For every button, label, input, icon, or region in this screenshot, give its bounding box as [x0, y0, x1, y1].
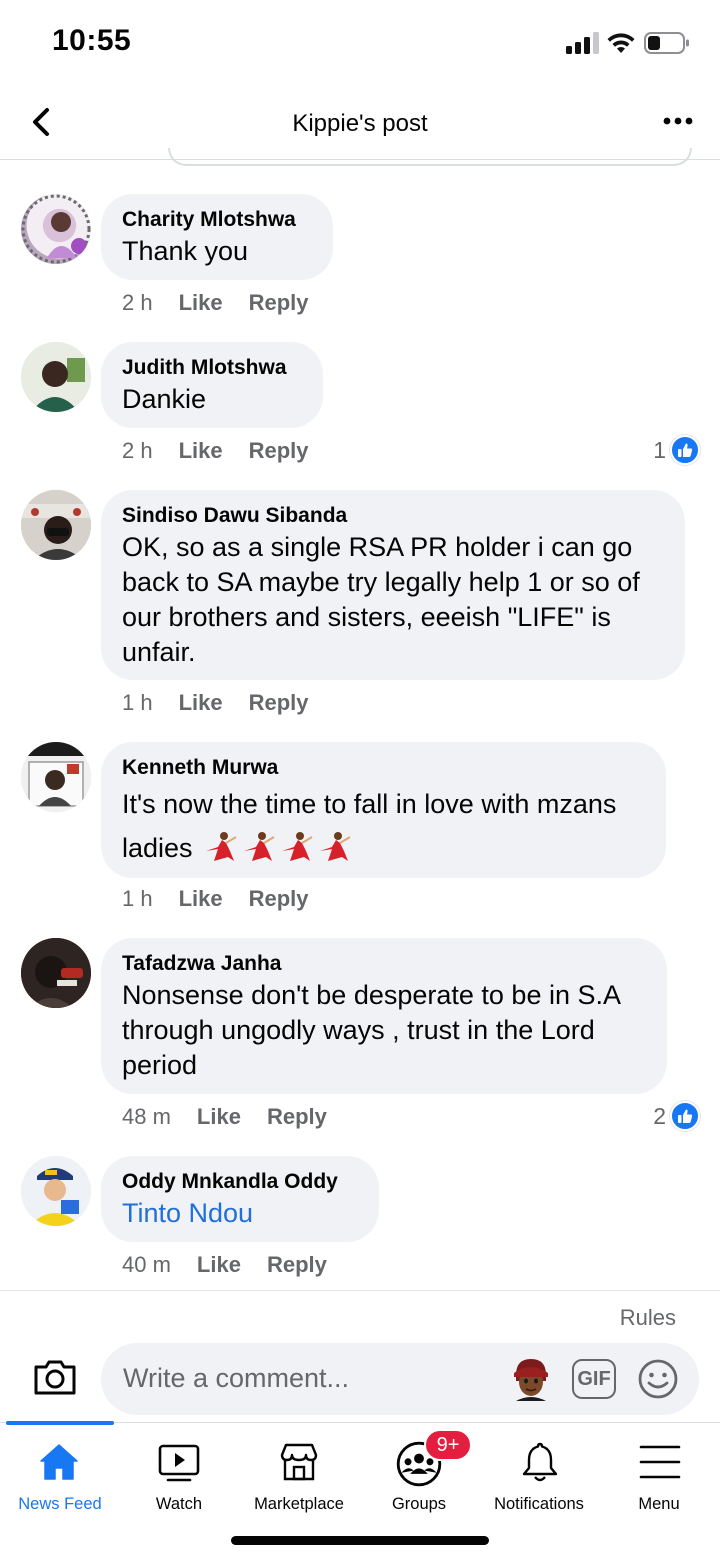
home-indicator	[231, 1536, 489, 1545]
thumbs-up-icon	[670, 435, 700, 465]
tab-notifications[interactable]: Notifications	[479, 1423, 599, 1533]
reply-button[interactable]: Reply	[249, 690, 309, 715]
comment-text: Dankie	[122, 384, 207, 414]
reply-button[interactable]: Reply	[249, 290, 309, 315]
comment-timestamp[interactable]: 2 h	[122, 290, 153, 315]
bell-icon	[522, 1442, 558, 1482]
tab-label: Marketplace	[254, 1495, 344, 1513]
reaction-summary[interactable]: 2	[653, 1100, 700, 1132]
marketplace-icon	[280, 1443, 318, 1481]
comment-timestamp[interactable]: 1 h	[122, 690, 153, 715]
dancer-emoji-icon	[206, 832, 237, 861]
comment-timestamp[interactable]: 1 h	[122, 886, 153, 911]
camera-icon[interactable]	[32, 1357, 78, 1397]
like-button[interactable]: Like	[179, 690, 223, 715]
reply-button[interactable]: Reply	[267, 1252, 327, 1277]
reply-button[interactable]: Reply	[267, 1104, 327, 1129]
comment-actions: 48 m Like Reply	[122, 1103, 327, 1131]
tab-label: Menu	[638, 1495, 680, 1513]
avatar-sticker-icon[interactable]	[508, 1355, 554, 1401]
tab-label: Watch	[155, 1495, 203, 1513]
comment-bubble[interactable]: Sindiso Dawu Sibanda OK, so as a single …	[101, 490, 685, 680]
comment-bubble[interactable]: Kenneth Murwa It's now the time to fall …	[101, 742, 666, 878]
wifi-icon	[607, 33, 635, 53]
like-button[interactable]: Like	[197, 1104, 241, 1129]
comment-text-content: It's now the time to fall in love with m…	[122, 789, 617, 863]
signal-icon	[566, 32, 600, 54]
comment-placeholder: Write a comment...	[123, 1363, 350, 1393]
tab-label: Notifications	[494, 1495, 584, 1513]
comment-composer: Rules Write a comment... GIF	[0, 1290, 720, 1422]
comment-text: It's now the time to fall in love with m…	[122, 782, 646, 870]
like-button[interactable]: Like	[179, 290, 223, 315]
more-options-icon[interactable]	[660, 106, 696, 136]
gif-button[interactable]: GIF	[572, 1359, 616, 1399]
page-title: Kippie's post	[292, 110, 428, 137]
avatar[interactable]	[21, 194, 91, 264]
avatar[interactable]	[21, 938, 91, 1008]
comment-text: OK, so as a single RSA PR holder i can g…	[122, 532, 640, 667]
tab-watch[interactable]: Watch	[119, 1423, 239, 1533]
comment-author[interactable]: Sindiso Dawu Sibanda	[122, 502, 665, 530]
like-button[interactable]: Like	[179, 886, 223, 911]
comment-bubble[interactable]: Tafadzwa Janha Nonsense don't be despera…	[101, 938, 667, 1094]
thumbs-up-icon	[670, 1101, 700, 1131]
status-time: 10:55	[52, 24, 132, 57]
comment-text: Nonsense don't be desperate to be in S.A…	[122, 980, 620, 1080]
reaction-count: 2	[653, 1102, 666, 1129]
comment-bubble[interactable]: Judith Mlotshwa Dankie	[101, 342, 323, 428]
rules-link[interactable]: Rules	[620, 1305, 676, 1331]
like-button[interactable]: Like	[197, 1252, 241, 1277]
dancer-emoji-icon	[320, 832, 351, 861]
avatar[interactable]	[21, 1156, 91, 1226]
watch-icon	[158, 1444, 200, 1482]
notification-badge: 9+	[424, 1429, 472, 1461]
comment-bubble[interactable]: Charity Mlotshwa Thank you	[101, 194, 333, 280]
avatar[interactable]	[21, 490, 91, 560]
battery-icon	[644, 32, 689, 54]
emoji-icon[interactable]	[636, 1357, 680, 1401]
reaction-summary[interactable]: 1	[653, 434, 700, 466]
comment-timestamp[interactable]: 48 m	[122, 1104, 171, 1129]
tab-news-feed[interactable]: News Feed	[0, 1423, 120, 1533]
avatar[interactable]	[21, 342, 91, 412]
comment-author[interactable]: Tafadzwa Janha	[122, 950, 647, 978]
comment-timestamp[interactable]: 2 h	[122, 438, 153, 463]
reply-button[interactable]: Reply	[249, 438, 309, 463]
comment-actions: 1 h Like Reply	[122, 689, 309, 717]
home-icon	[40, 1444, 78, 1480]
avatar[interactable]	[21, 742, 91, 812]
menu-icon	[639, 1445, 681, 1479]
dancer-emoji-icon	[244, 832, 275, 861]
comment-actions: 2 h Like Reply	[122, 437, 309, 465]
comment-author[interactable]: Kenneth Murwa	[122, 754, 646, 782]
tab-menu[interactable]: Menu	[599, 1423, 719, 1533]
comment-timestamp[interactable]: 40 m	[122, 1252, 171, 1277]
tab-marketplace[interactable]: Marketplace	[239, 1423, 359, 1533]
comment-bubble[interactable]: Oddy Mnkandla Oddy Tinto Ndou	[101, 1156, 379, 1242]
comment-author[interactable]: Charity Mlotshwa	[122, 206, 313, 234]
tab-label: Groups	[391, 1495, 447, 1513]
dancer-emoji-icon	[282, 832, 313, 861]
reply-button[interactable]: Reply	[249, 886, 309, 911]
comment-actions: 40 m Like Reply	[122, 1251, 327, 1279]
previous-comment-edge	[168, 148, 692, 166]
like-button[interactable]: Like	[179, 438, 223, 463]
status-bar: 10:55	[0, 0, 720, 90]
comment-text: Thank you	[122, 236, 249, 266]
comment-author[interactable]: Oddy Mnkandla Oddy	[122, 1168, 359, 1196]
comment-actions: 2 h Like Reply	[122, 289, 309, 317]
reaction-count: 1	[653, 436, 666, 463]
mentioned-user-link[interactable]: Tinto Ndou	[122, 1196, 359, 1231]
comment-actions: 1 h Like Reply	[122, 885, 309, 913]
comment-input[interactable]: Write a comment... GIF	[101, 1343, 699, 1415]
comment-author[interactable]: Judith Mlotshwa	[122, 354, 303, 382]
